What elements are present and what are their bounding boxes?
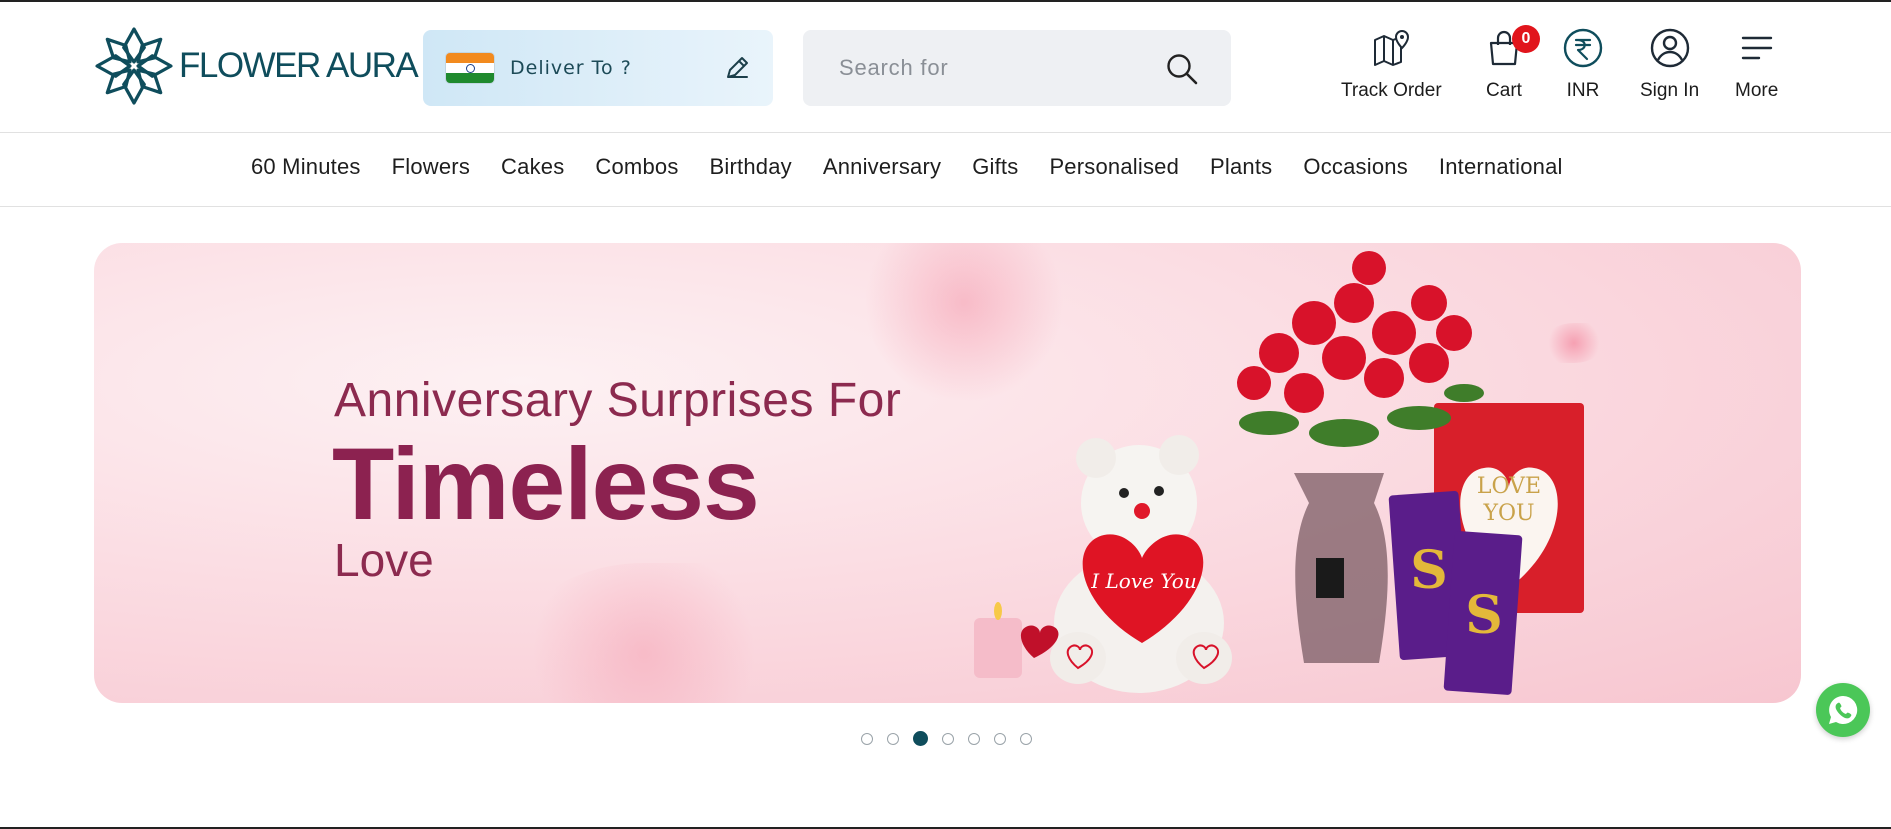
user-icon — [1650, 28, 1689, 68]
gift-hamper-illustration: LOVE YOU S S I Love You — [974, 251, 1584, 695]
pencil-icon[interactable] — [723, 54, 751, 82]
menu-item-plants[interactable]: Plants — [1210, 154, 1272, 180]
currency-label: INR — [1566, 80, 1600, 101]
carousel-dot[interactable] — [1020, 732, 1032, 745]
search-icon[interactable] — [1165, 52, 1199, 86]
brand-name: FLOWER AURA — [179, 46, 419, 85]
carousel-dot[interactable] — [887, 732, 899, 745]
menu-item-personalised[interactable]: Personalised — [1049, 154, 1179, 180]
svg-text:S: S — [1410, 540, 1448, 601]
banner-headline-top: Anniversary Surprises For — [334, 374, 902, 427]
carousel-dot-active[interactable] — [913, 731, 928, 746]
banner-headline-bottom: Love — [334, 534, 434, 586]
carousel-dots — [861, 731, 1046, 746]
sign-in-label: Sign In — [1640, 80, 1700, 101]
decor-petal — [514, 563, 774, 703]
menu-item-gifts[interactable]: Gifts — [972, 154, 1018, 180]
menu-item-cakes[interactable]: Cakes — [501, 154, 564, 180]
site-header: FLOWER AURA Deliver To ? Track Order — [0, 2, 1891, 133]
carousel-dot[interactable] — [968, 732, 980, 745]
menu-item-combos[interactable]: Combos — [595, 154, 678, 180]
svg-text:S: S — [1465, 585, 1503, 646]
more-menu-button[interactable]: More — [1735, 28, 1778, 108]
teddy-bear: I Love You — [1050, 435, 1232, 693]
category-menu: 60 Minutes Flowers Cakes Combos Birthday… — [0, 134, 1891, 207]
menu-item-flowers[interactable]: Flowers — [392, 154, 470, 180]
sign-in-button[interactable]: Sign In — [1640, 28, 1699, 108]
menu-item-birthday[interactable]: Birthday — [710, 154, 792, 180]
menu-item-anniversary[interactable]: Anniversary — [823, 154, 941, 180]
banner-headline-main: Timeless — [332, 427, 760, 541]
menu-item-60-minutes[interactable]: 60 Minutes — [251, 154, 361, 180]
cart-button[interactable]: 0 Cart — [1484, 25, 1540, 108]
heart-text: I Love You — [1090, 569, 1196, 593]
map-pin-icon — [1374, 29, 1410, 66]
menu-item-international[interactable]: International — [1439, 154, 1563, 180]
search-box — [803, 30, 1231, 106]
india-flag-icon — [446, 53, 494, 83]
cart-count-badge: 0 — [1512, 25, 1540, 53]
whatsapp-icon — [1829, 695, 1858, 724]
currency-button[interactable]: INR — [1563, 28, 1603, 108]
track-order-label: Track Order — [1341, 80, 1442, 101]
carousel-dot[interactable] — [861, 732, 873, 745]
carousel-dot[interactable] — [994, 732, 1006, 745]
deliver-to-selector[interactable]: Deliver To ? — [423, 30, 773, 106]
flower-logo-icon — [95, 27, 173, 105]
hero-banner[interactable]: Anniversary Surprises For Timeless Love … — [94, 243, 1801, 703]
rupee-icon — [1563, 28, 1603, 68]
svg-text:LOVE: LOVE — [1477, 474, 1541, 499]
menu-icon — [1741, 36, 1772, 60]
deliver-to-label: Deliver To ? — [510, 57, 632, 79]
svg-text:YOU: YOU — [1482, 501, 1534, 526]
carousel-dot[interactable] — [942, 732, 954, 745]
search-input[interactable] — [839, 52, 1159, 84]
whatsapp-button[interactable] — [1816, 683, 1870, 737]
track-order-button[interactable]: Track Order — [1341, 28, 1442, 108]
more-label: More — [1735, 80, 1779, 101]
cart-label: Cart — [1486, 80, 1522, 101]
menu-item-occasions[interactable]: Occasions — [1303, 154, 1408, 180]
brand-logo[interactable]: FLOWER AURA — [93, 26, 419, 106]
